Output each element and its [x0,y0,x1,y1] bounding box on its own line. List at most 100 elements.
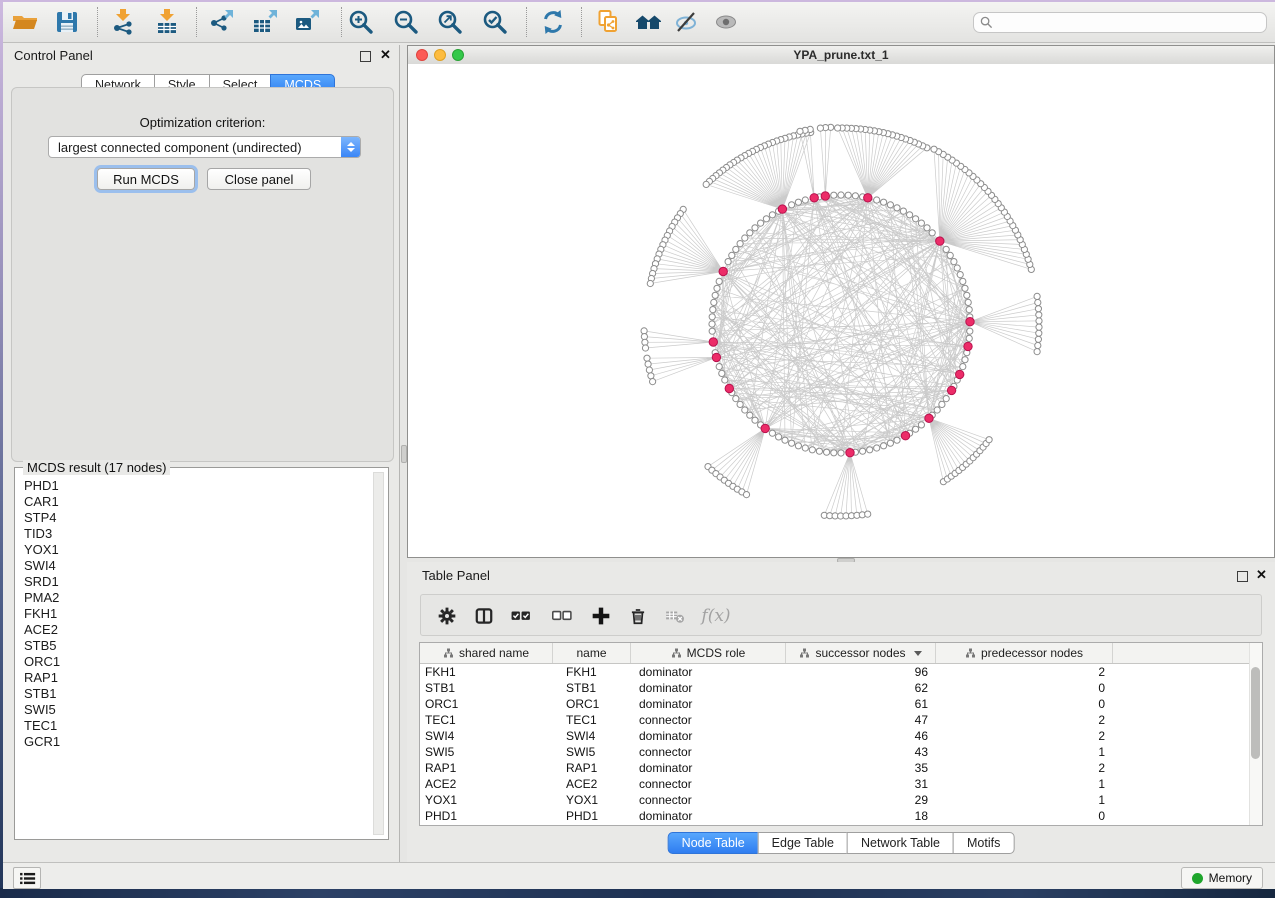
network-node[interactable] [769,212,775,218]
result-node[interactable]: YOX1 [24,542,373,558]
mcds-hub-node[interactable] [966,318,974,326]
close-panel-icon[interactable]: ✕ [380,47,391,63]
select-all-button[interactable] [510,605,532,627]
network-node[interactable] [644,355,650,361]
network-node[interactable] [831,450,837,456]
network-node[interactable] [650,379,656,385]
network-node[interactable] [881,199,887,205]
network-node[interactable] [716,278,722,284]
network-node[interactable] [964,292,970,298]
column-header-predecessor-nodes[interactable]: predecessor nodes [936,643,1113,663]
column-header-shared-name[interactable]: shared name [420,643,553,663]
export-image-button[interactable] [293,8,321,36]
network-node[interactable] [934,407,940,413]
column-header-MCDS-role[interactable]: MCDS role [631,643,786,663]
tab-network-table[interactable]: Network Table [847,832,954,854]
mcds-hub-node[interactable] [846,449,854,457]
network-node[interactable] [709,328,715,334]
network-node[interactable] [789,202,795,208]
mcds-hub-node[interactable] [956,370,964,378]
network-node[interactable] [714,285,720,291]
network-node[interactable] [918,220,924,226]
zoom-out-button[interactable] [392,8,420,36]
network-node[interactable] [874,445,880,451]
network-node[interactable] [648,373,654,379]
table-row[interactable]: FKH1FKH1dominator962 [420,664,1262,680]
network-node[interactable] [1036,318,1042,324]
network-node[interactable] [845,192,851,198]
table-row[interactable]: SWI5SWI5connector431 [420,744,1262,760]
network-node[interactable] [907,212,913,218]
result-node[interactable]: SWI4 [24,558,373,574]
mcds-hub-node[interactable] [709,338,717,346]
network-node[interactable] [874,197,880,203]
scrollbar-thumb[interactable] [1251,667,1260,759]
column-header-successor-nodes[interactable]: successor nodes [786,643,936,663]
network-node[interactable] [646,367,652,373]
network-node[interactable] [742,407,748,413]
network-node[interactable] [1034,349,1040,355]
table-scrollbar[interactable] [1249,643,1262,825]
mcds-hub-node[interactable] [821,192,829,200]
result-node[interactable]: CAR1 [24,494,373,510]
optimization-criterion-select[interactable]: largest connected component (undirected) [48,136,361,158]
network-node[interactable] [962,357,968,363]
network-node[interactable] [894,437,900,443]
clone-network-button[interactable] [595,8,623,36]
network-node[interactable] [835,125,841,131]
mcds-hub-node[interactable] [864,194,872,202]
network-node[interactable] [1034,293,1040,299]
network-node[interactable] [742,235,748,241]
vertical-splitter[interactable] [400,45,407,862]
network-node[interactable] [954,265,960,271]
export-network-button[interactable] [207,8,235,36]
table-row[interactable]: YOX1YOX1connector291 [420,792,1262,808]
network-node[interactable] [729,252,735,258]
network-node[interactable] [943,246,949,252]
open-file-button[interactable] [11,8,39,36]
network-node[interactable] [733,246,739,252]
table-row[interactable]: SWI4SWI4dominator462 [420,728,1262,744]
network-node[interactable] [867,447,873,453]
zoom-selected-button[interactable] [481,8,509,36]
mcds-hub-node[interactable] [725,384,733,392]
result-node[interactable]: TID3 [24,526,373,542]
column-header-name[interactable]: name [553,643,631,663]
network-node[interactable] [1036,324,1042,330]
network-node[interactable] [951,259,957,265]
mcds-hub-node[interactable] [936,237,944,245]
result-node[interactable]: ACE2 [24,622,373,638]
network-node[interactable] [709,314,715,320]
network-node[interactable] [789,440,795,446]
network-node[interactable] [887,440,893,446]
network-node[interactable] [943,396,949,402]
network-node[interactable] [960,278,966,284]
network-node[interactable] [962,285,968,291]
table-row[interactable]: TEC1TEC1connector472 [420,712,1262,728]
network-node[interactable] [722,377,728,383]
mcds-hub-node[interactable] [925,414,933,422]
network-node[interactable] [838,192,844,198]
network-node[interactable] [703,181,709,187]
network-node[interactable] [710,307,716,313]
table-row[interactable]: STB1STB1dominator620 [420,680,1262,696]
birdseye-view-button[interactable] [713,8,741,36]
table-row[interactable]: ACE2ACE2connector311 [420,776,1262,792]
network-node[interactable] [881,443,887,449]
deselect-all-button[interactable] [551,605,573,627]
result-node[interactable]: TEC1 [24,718,373,734]
network-node[interactable] [795,199,801,205]
network-node[interactable] [1036,330,1042,336]
mcds-hub-node[interactable] [719,267,727,275]
mcds-hub-node[interactable] [964,342,972,350]
network-node[interactable] [802,197,808,203]
table-row[interactable]: RAP1RAP1dominator352 [420,760,1262,776]
network-node[interactable] [957,272,963,278]
network-node[interactable] [647,280,653,286]
table-row[interactable]: ORC1ORC1dominator610 [420,696,1262,712]
network-node[interactable] [1035,336,1041,342]
network-node[interactable] [782,437,788,443]
network-node[interactable] [758,220,764,226]
result-node[interactable]: STB5 [24,638,373,654]
mcds-hub-node[interactable] [810,194,818,202]
